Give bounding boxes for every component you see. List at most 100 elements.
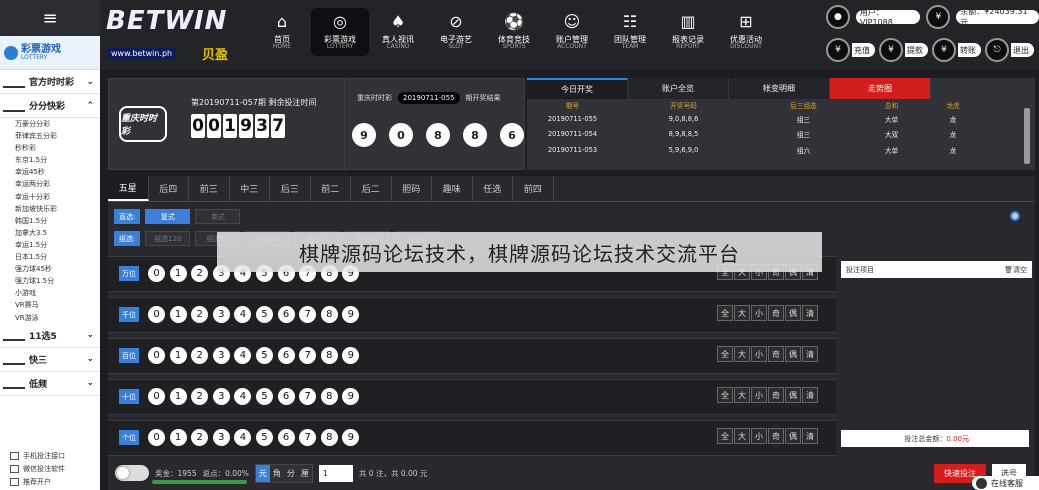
sidebar-subitem[interactable]: 强力球1.5分 <box>0 275 100 287</box>
quick-select-button[interactable]: 大 <box>734 305 750 321</box>
digit-ball[interactable]: 3 <box>212 429 230 446</box>
sidebar-category[interactable]: 11选5 ⌄ <box>0 324 100 348</box>
chevron-down-icon[interactable]: ⌄ <box>86 378 94 388</box>
quick-select-button[interactable]: 偶 <box>785 387 801 403</box>
sidebar-subitem[interactable]: 幸运1.5分 <box>0 239 100 251</box>
nav-discount[interactable]: ⊞ 优惠活动 DISCOUNT <box>717 8 775 56</box>
digit-ball[interactable]: 3 <box>212 347 230 364</box>
quick-select-button[interactable]: 小 <box>751 428 767 444</box>
sidebar-subitem[interactable]: 小游戏 <box>0 287 100 299</box>
digit-ball[interactable]: 1 <box>169 347 187 364</box>
digit-ball[interactable]: 3 <box>212 388 230 405</box>
nav-team[interactable]: ☷ 团队管理 TEAM <box>601 8 659 56</box>
digit-ball[interactable]: 5 <box>255 388 273 405</box>
quick-select-button[interactable]: 全 <box>717 305 733 321</box>
unit-option[interactable]: 角 <box>269 464 284 482</box>
quick-select-button[interactable]: 全 <box>717 346 733 362</box>
account-action-button[interactable]: ⎋ 退出 <box>985 38 1034 62</box>
quick-select-button[interactable]: 小 <box>751 346 767 362</box>
digit-ball[interactable]: 0 <box>148 265 165 282</box>
sidebar-bottom-link[interactable]: 微信投注软件 <box>0 462 100 475</box>
bet-tab[interactable]: 前四 <box>513 176 554 201</box>
digit-ball[interactable]: 7 <box>299 306 317 323</box>
digit-ball[interactable]: 9 <box>342 388 360 405</box>
cart-clear-button[interactable]: 🗑清空 <box>1004 265 1027 275</box>
mode-option-danshi[interactable]: 单式 <box>195 209 241 224</box>
sidebar-subitem[interactable]: 菲律宾五分彩 <box>0 130 100 142</box>
bet-tab[interactable]: 后二 <box>351 176 392 201</box>
account-action-button[interactable]: ¥ 转账 <box>932 38 981 62</box>
history-tab[interactable]: 账户全览 <box>628 78 729 99</box>
nav-sports[interactable]: ⚽ 体育竞技 SPORTS <box>485 8 543 56</box>
sidebar-subitem[interactable]: 幸运两分彩 <box>0 178 100 190</box>
info-icon[interactable] <box>1010 211 1020 221</box>
quick-select-button[interactable]: 清 <box>802 346 818 362</box>
brand-logo[interactable]: BETWIN www.betwin.ph 贝盈 <box>106 6 244 63</box>
digit-ball[interactable]: 4 <box>234 429 252 446</box>
digit-ball[interactable]: 0 <box>148 429 165 446</box>
nav-slot[interactable]: ⊘ 电子游艺 SLOT <box>427 8 485 56</box>
digit-ball[interactable]: 9 <box>342 429 360 446</box>
digit-ball[interactable]: 1 <box>169 306 187 323</box>
bet-tab[interactable]: 中三 <box>230 176 270 201</box>
account-action-button[interactable]: ¥ 提款 <box>879 38 928 62</box>
quick-select-button[interactable]: 奇 <box>768 428 784 444</box>
prize-toggle[interactable] <box>115 465 149 481</box>
history-tab[interactable]: 今日开奖 <box>527 78 628 99</box>
quick-select-button[interactable]: 大 <box>734 387 750 403</box>
sidebar-subitem[interactable]: 新加坡快乐彩 <box>0 203 100 215</box>
avatar[interactable]: ● <box>826 5 850 29</box>
digit-ball[interactable]: 5 <box>255 347 273 364</box>
sidebar-category[interactable]: 分分快彩 ⌃ <box>0 94 100 118</box>
multiplier-input[interactable]: 1 <box>318 464 353 482</box>
quick-select-button[interactable]: 大 <box>734 346 750 362</box>
digit-ball[interactable]: 3 <box>212 306 230 323</box>
digit-ball[interactable]: 8 <box>320 429 338 446</box>
history-tab[interactable]: 帐变明细 <box>729 78 830 99</box>
digit-ball[interactable]: 8 <box>320 347 338 364</box>
quick-select-button[interactable]: 小 <box>751 387 767 403</box>
digit-ball[interactable]: 0 <box>148 388 165 405</box>
digit-ball[interactable]: 7 <box>299 347 317 364</box>
quick-select-button[interactable]: 偶 <box>785 346 801 362</box>
nav-account[interactable]: ☺ 账户管理 ACCOUNT <box>543 8 601 56</box>
digit-ball[interactable]: 2 <box>191 265 209 282</box>
account-action-button[interactable]: ¥ 充值 <box>826 38 875 62</box>
sidebar-subitem[interactable]: 韩国1.5分 <box>0 215 100 227</box>
digit-ball[interactable]: 1 <box>169 429 187 446</box>
bet-tab[interactable]: 前三 <box>189 176 230 201</box>
quick-select-button[interactable]: 奇 <box>768 346 784 362</box>
nav-home[interactable]: ⌂ 首页 HOME <box>253 8 311 56</box>
digit-ball[interactable]: 9 <box>342 306 360 323</box>
sidebar-subitem[interactable]: 幸运十分彩 <box>0 191 100 203</box>
quick-select-button[interactable]: 小 <box>751 305 767 321</box>
digit-ball[interactable]: 9 <box>342 347 360 364</box>
unit-option[interactable]: 厘 <box>297 464 312 482</box>
digit-ball[interactable]: 7 <box>299 388 317 405</box>
quick-select-button[interactable]: 清 <box>802 428 818 444</box>
sidebar-subitem[interactable]: VR赛马 <box>0 299 100 311</box>
sidebar-subitem[interactable]: 东京1.5分 <box>0 154 100 166</box>
sidebar-subitem[interactable]: 加拿大3.5 <box>0 227 100 239</box>
quick-select-button[interactable]: 大 <box>734 428 750 444</box>
digit-ball[interactable]: 2 <box>191 347 209 364</box>
digit-ball[interactable]: 6 <box>277 306 295 323</box>
digit-ball[interactable]: 6 <box>277 429 295 446</box>
chevron-up-icon[interactable]: ⌃ <box>86 101 94 111</box>
bet-tab[interactable]: 前二 <box>311 176 351 201</box>
digit-ball[interactable]: 6 <box>277 388 295 405</box>
digit-ball[interactable]: 4 <box>234 388 252 405</box>
sidebar-subitem[interactable]: VR游泳 <box>0 312 100 324</box>
nav-report[interactable]: ▥ 报表记录 REPORT <box>659 8 717 56</box>
history-tab[interactable]: 走势图 <box>830 78 931 99</box>
digit-ball[interactable]: 0 <box>148 347 165 364</box>
digit-ball[interactable]: 5 <box>255 306 273 323</box>
quick-select-button[interactable]: 偶 <box>785 428 801 444</box>
digit-ball[interactable]: 2 <box>191 306 209 323</box>
group-option[interactable]: 组选120 <box>145 231 191 246</box>
quick-select-button[interactable]: 全 <box>717 387 733 403</box>
menu-icon[interactable]: ≡ <box>0 0 100 36</box>
digit-ball[interactable]: 8 <box>320 388 338 405</box>
bet-tab[interactable]: 胆码 <box>392 176 432 201</box>
chevron-down-icon[interactable]: ⌄ <box>86 77 94 87</box>
